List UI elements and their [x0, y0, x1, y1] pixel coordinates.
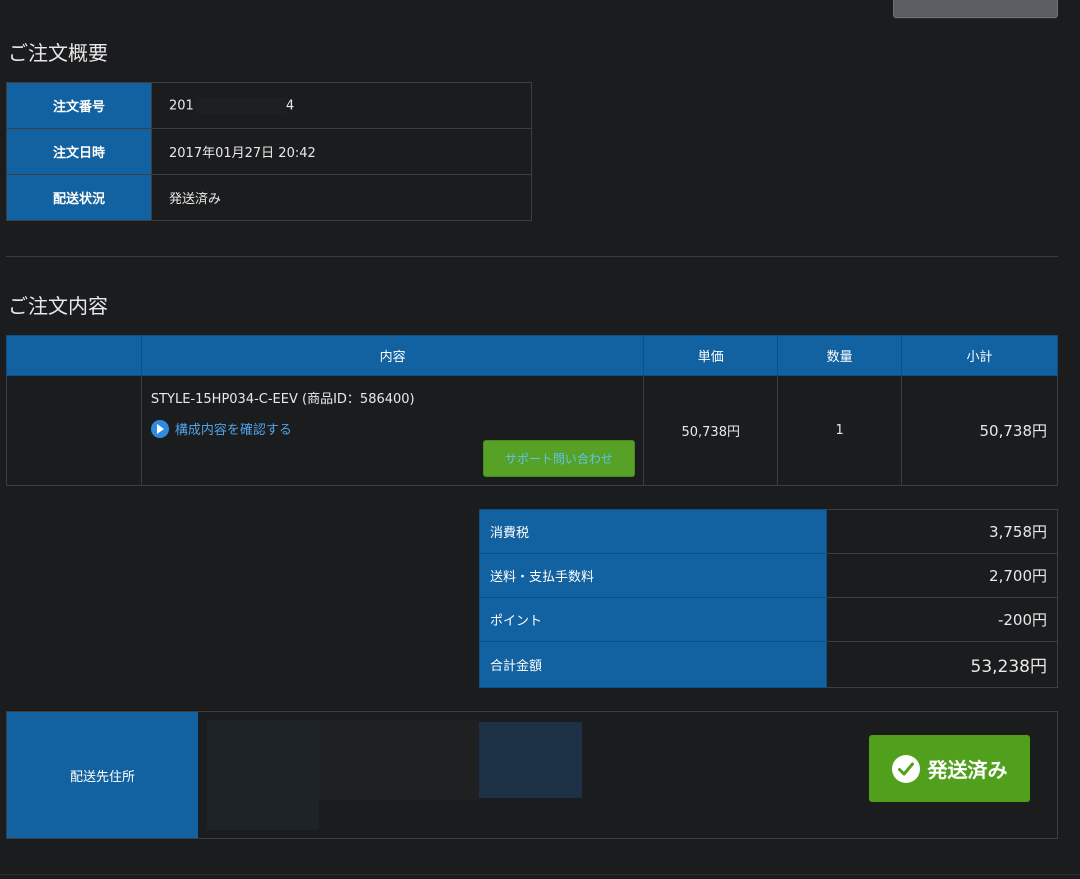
item-content-cell: STYLE-15HP034-C-EEV (商品ID：586400) 構成内容を確… — [140, 375, 645, 486]
item-quantity: 1 — [777, 375, 903, 486]
top-action-button[interactable] — [893, 0, 1058, 18]
play-circle-icon — [150, 419, 169, 438]
redacted-block — [207, 720, 319, 830]
points-value: -200円 — [826, 597, 1058, 642]
items-header-row: 内容 単価 数量 小計 — [6, 335, 1058, 376]
header-quantity: 数量 — [777, 335, 903, 376]
shipping-address-label: 配送先住所 — [7, 712, 198, 838]
redacted-block — [479, 722, 582, 798]
item-subtotal: 50,738円 — [901, 375, 1058, 486]
summary-row-order-number: 注文番号 201 4 — [6, 82, 532, 129]
order-items-table: 内容 単価 数量 小計 STYLE-15HP034-C-EEV (商品ID：58… — [6, 335, 1058, 486]
summary-label: 注文日時 — [6, 128, 152, 175]
section-divider — [6, 256, 1058, 257]
shipped-status-label: 発送済み — [927, 758, 1008, 782]
view-configuration-link[interactable]: 構成内容を確認する — [150, 419, 292, 438]
redacted-block — [195, 97, 286, 114]
delivery-status-value: 発送済み — [151, 174, 532, 221]
order-number-value: 201 4 — [151, 82, 532, 129]
summary-label: 配送状況 — [6, 174, 152, 221]
totals-label: ポイント — [479, 597, 827, 642]
summary-row-order-date: 注文日時 2017年01月27日 20:42 — [6, 128, 532, 175]
check-circle-icon — [891, 754, 920, 783]
summary-label: 注文番号 — [6, 82, 152, 129]
item-unit-price: 50,738円 — [643, 375, 779, 486]
order-number-prefix: 201 — [169, 98, 194, 113]
totals-row-tax: 消費税 3,758円 — [479, 509, 1058, 554]
order-summary-table: 注文番号 201 4 注文日時 2017年01月27日 20:42 配送状況 発送… — [6, 82, 532, 221]
totals-row-points: ポイント -200円 — [479, 597, 1058, 642]
summary-row-delivery-status: 配送状況 発送済み — [6, 174, 532, 221]
view-configuration-label: 構成内容を確認する — [174, 423, 292, 438]
totals-label: 合計金額 — [479, 641, 827, 688]
header-content: 内容 — [140, 335, 645, 376]
shipping-fee-value: 2,700円 — [826, 553, 1058, 598]
totals-label: 送料・支払手数料 — [479, 553, 827, 598]
order-summary-title: ご注文概要 — [8, 41, 108, 65]
totals-row-grand-total: 合計金額 53,238円 — [479, 641, 1058, 688]
tax-value: 3,758円 — [826, 509, 1058, 554]
shipped-status-badge: 発送済み — [869, 735, 1030, 802]
grand-total-value: 53,238円 — [826, 641, 1058, 688]
item-row: STYLE-15HP034-C-EEV (商品ID：586400) 構成内容を確… — [6, 375, 1058, 486]
header-unit-price: 単価 — [643, 335, 779, 376]
footer-divider — [0, 874, 1080, 875]
order-number-suffix: 4 — [285, 98, 295, 113]
header-subtotal: 小計 — [901, 335, 1058, 376]
totals-row-shipping: 送料・支払手数料 2,700円 — [479, 553, 1058, 598]
order-date-value: 2017年01月27日 20:42 — [151, 128, 532, 175]
order-content-title: ご注文内容 — [8, 294, 108, 318]
item-image-cell — [6, 375, 142, 486]
item-name: STYLE-15HP034-C-EEV (商品ID：586400) — [150, 392, 415, 407]
totals-table: 消費税 3,758円 送料・支払手数料 2,700円 ポイント -200円 合計… — [479, 509, 1058, 688]
shipping-address-box: 配送先住所 発送済み — [6, 711, 1058, 839]
header-blank — [6, 335, 142, 376]
redacted-block — [319, 720, 479, 800]
support-inquiry-button[interactable]: サポート問い合わせ — [482, 440, 635, 477]
totals-label: 消費税 — [479, 509, 827, 554]
